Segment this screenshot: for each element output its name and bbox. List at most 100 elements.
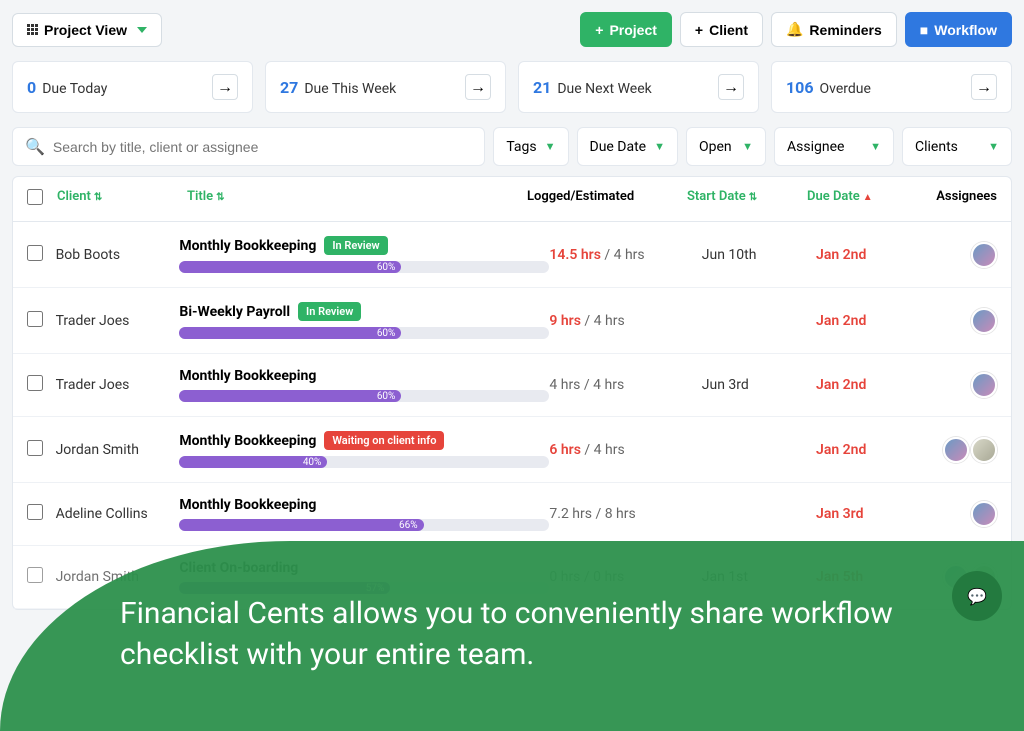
filter-label: Assignee <box>787 139 844 155</box>
avatar[interactable] <box>971 564 997 590</box>
search-box[interactable]: 🔍 <box>12 127 485 166</box>
start-date: Jan 1st <box>702 569 816 585</box>
project-title: Monthly Bookkeeping <box>179 238 316 254</box>
avatar[interactable] <box>971 501 997 527</box>
row-checkbox[interactable] <box>27 375 43 391</box>
add-project-button[interactable]: + Project <box>580 12 672 47</box>
arrow-right-icon[interactable]: → <box>971 74 997 100</box>
client-name: Trader Joes <box>56 377 180 393</box>
summary-card[interactable]: 0Due Today→ <box>12 61 253 113</box>
table-row[interactable]: Trader Joes Bi-Weekly Payroll In Review 6… <box>13 288 1011 354</box>
progress-bar: 60% <box>179 327 549 339</box>
client-name: Bob Boots <box>56 247 180 263</box>
avatar[interactable] <box>971 437 997 463</box>
chevron-down-icon: ▼ <box>870 140 881 153</box>
client-name: Jordan Smith <box>56 442 180 458</box>
client-name: Trader Joes <box>56 313 180 329</box>
status-badge: In Review <box>298 302 361 321</box>
table-row[interactable]: Jordan Smith Monthly Bookkeeping Waiting … <box>13 417 1011 483</box>
project-view-dropdown[interactable]: Project View <box>12 13 162 47</box>
table-row[interactable]: Trader Joes Monthly Bookkeeping 60% 4 hr… <box>13 354 1011 417</box>
status-badge: In Review <box>324 236 387 255</box>
progress-bar: 66% <box>179 519 549 531</box>
due-date: Jan 2nd <box>816 247 930 263</box>
view-label: Project View <box>44 22 127 38</box>
project-title: Monthly Bookkeeping <box>179 433 316 449</box>
avatar[interactable] <box>971 242 997 268</box>
start-date: Jun 10th <box>702 247 816 263</box>
col-logged: Logged/Estimated <box>527 189 687 209</box>
due-date: Jan 2nd <box>816 442 930 458</box>
start-date: Jun 3rd <box>702 377 816 393</box>
assignees <box>930 564 997 590</box>
logged-hours: 6 hrs / 4 hrs <box>549 442 701 458</box>
project-title: Client On-boarding <box>179 560 298 576</box>
filter-clients[interactable]: Clients▼ <box>902 127 1012 166</box>
progress-bar: 57% <box>179 582 549 594</box>
summary-card[interactable]: 21 Due Next Week → <box>518 61 759 113</box>
due-date: Jan 2nd <box>816 377 930 393</box>
filters-row: 🔍 Tags▼Due Date▼Open▼ Assignee ▼ Clients▼ <box>12 127 1012 166</box>
client-name: Jordan Smith <box>56 569 180 585</box>
summary-card[interactable]: 106Overdue→ <box>771 61 1012 113</box>
progress-bar: 60% <box>179 261 549 273</box>
col-assignees: Assignees <box>927 189 997 209</box>
filter-label: Tags <box>506 139 536 155</box>
due-date: Jan 3rd <box>816 506 930 522</box>
arrow-right-icon[interactable]: → <box>718 74 744 100</box>
col-client[interactable]: Client⇅ <box>57 189 187 209</box>
summary-count: 21 <box>533 78 551 97</box>
bell-icon: 🔔 <box>786 21 803 38</box>
search-icon: 🔍 <box>25 137 45 156</box>
assignees <box>930 501 997 527</box>
filter-open[interactable]: Open▼ <box>686 127 766 166</box>
row-checkbox[interactable] <box>27 440 43 456</box>
summary-row: 0Due Today→27Due This Week→ 21 Due Next We… <box>12 61 1012 113</box>
arrow-right-icon[interactable]: → <box>465 74 491 100</box>
status-badge: Waiting on client info <box>324 431 444 450</box>
add-client-button[interactable]: + Client <box>680 12 763 47</box>
filter-label: Open <box>699 139 732 155</box>
project-title: Monthly Bookkeeping <box>179 497 316 513</box>
summary-card[interactable]: 27Due This Week→ <box>265 61 506 113</box>
summary-label: Due Next Week <box>557 81 651 97</box>
assignees <box>930 242 997 268</box>
filter-assignee[interactable]: Assignee ▼ <box>774 127 894 166</box>
avatar[interactable] <box>943 437 969 463</box>
col-title[interactable]: Title⇅ <box>187 189 527 209</box>
project-title: Monthly Bookkeeping <box>179 368 316 384</box>
search-input[interactable] <box>53 139 472 155</box>
grid-icon <box>27 24 38 35</box>
filter-due-date[interactable]: Due Date▼ <box>577 127 679 166</box>
workflow-button[interactable]: ■ Workflow <box>905 12 1012 47</box>
filter-label: Clients <box>915 139 958 155</box>
chevron-down-icon <box>137 27 147 33</box>
logged-hours: 9 hrs / 4 hrs <box>549 313 701 329</box>
client-name: Adeline Collins <box>56 506 180 522</box>
col-due-date[interactable]: Due Date▲ <box>807 189 927 209</box>
row-checkbox[interactable] <box>27 311 43 327</box>
avatar[interactable] <box>971 308 997 334</box>
row-checkbox[interactable] <box>27 245 43 261</box>
summary-count: 27 <box>280 78 298 97</box>
assignees <box>930 308 997 334</box>
due-date: Jan 5th <box>816 569 930 585</box>
avatar[interactable] <box>943 564 969 590</box>
row-checkbox[interactable] <box>27 504 43 520</box>
filter-tags[interactable]: Tags▼ <box>493 127 568 166</box>
logged-hours: 7.2 hrs / 8 hrs <box>549 506 701 522</box>
logged-hours: 0 hrs / 0 hrs <box>549 569 701 585</box>
avatar[interactable] <box>971 372 997 398</box>
project-title: Bi-Weekly Payroll <box>179 304 290 320</box>
arrow-right-icon[interactable]: → <box>212 74 238 100</box>
table-header: Client⇅ Title⇅ Logged/Estimated Start Da… <box>13 177 1011 222</box>
table-row[interactable]: Adeline Collins Monthly Bookkeeping 66% … <box>13 483 1011 546</box>
row-checkbox[interactable] <box>27 567 43 583</box>
table-row[interactable]: Jordan Smith Client On-boarding 57% 0 hr… <box>13 546 1011 609</box>
col-start-date[interactable]: Start Date⇅ <box>687 189 807 209</box>
filter-label: Due Date <box>590 139 647 155</box>
select-all-checkbox[interactable] <box>27 189 43 205</box>
reminders-button[interactable]: 🔔 Reminders <box>771 12 897 47</box>
progress-bar: 60% <box>179 390 549 402</box>
table-row[interactable]: Bob Boots Monthly Bookkeeping In Review 6… <box>13 222 1011 288</box>
